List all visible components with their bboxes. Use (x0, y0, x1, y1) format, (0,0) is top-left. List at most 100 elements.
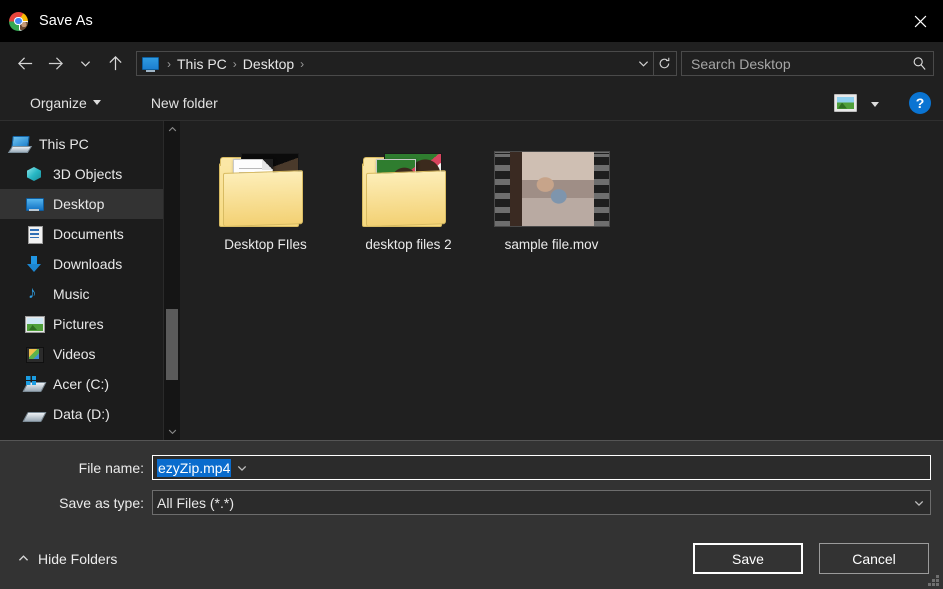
thumbnail (494, 143, 610, 235)
sidebar-item-music[interactable]: Music (0, 279, 180, 309)
dialog-actions: Hide Folders Save Cancel (0, 525, 943, 574)
sidebar-item-label: Documents (53, 226, 124, 242)
hide-folders-label: Hide Folders (38, 551, 117, 567)
new-folder-label: New folder (151, 95, 218, 111)
video-preview (510, 152, 594, 226)
sidebar-item-label: Desktop (53, 196, 104, 212)
scrollbar-thumb[interactable] (166, 309, 178, 380)
folder-icon (362, 151, 456, 227)
sidebar-item-this-pc[interactable]: This PC (0, 129, 180, 159)
file-name-input[interactable]: ezyZip.mp4 (152, 455, 931, 480)
view-layout-icon[interactable] (834, 94, 857, 112)
save-button[interactable]: Save (693, 543, 803, 574)
hide-folders-button[interactable]: Hide Folders (18, 551, 117, 567)
sidebar-item-desktop[interactable]: Desktop (0, 189, 180, 219)
desktop-icon (24, 195, 44, 213)
music-icon (24, 285, 44, 303)
navigation-bar: › This PC › Desktop › (0, 42, 943, 85)
thumbnail (219, 143, 313, 235)
help-button[interactable]: ? (909, 92, 931, 114)
organize-button[interactable]: Organize (22, 92, 109, 114)
file-name-label: sample file.mov (505, 237, 599, 252)
folder-icon (219, 151, 313, 227)
videos-icon (24, 345, 44, 363)
file-item[interactable]: desktop files 2 (337, 139, 480, 267)
save-as-type-label: Save as type: (0, 495, 152, 511)
window-title: Save As (39, 13, 93, 29)
file-item[interactable]: Desktop FIles (194, 139, 337, 267)
toolbar-right: ? (834, 92, 931, 114)
save-as-type-select[interactable]: All Files (*.*) (152, 490, 931, 515)
sidebar-item-label: Videos (53, 346, 96, 362)
forward-arrow-icon[interactable] (40, 49, 70, 79)
file-name-label: Desktop FIles (224, 237, 307, 252)
3d-objects-icon (24, 165, 44, 183)
close-icon[interactable] (897, 0, 943, 42)
sidebar-item-label: 3D Objects (53, 166, 122, 182)
sidebar-item-label: Downloads (53, 256, 122, 272)
sidebar-item-label: This PC (39, 136, 89, 152)
chevron-down-icon[interactable] (908, 498, 930, 508)
breadcrumb-separator: › (227, 57, 243, 71)
file-name-row: File name: ezyZip.mp4 (0, 455, 943, 480)
history-chevron-down-icon[interactable] (70, 49, 100, 79)
film-sprockets-right (594, 152, 609, 226)
search-icon (912, 56, 927, 71)
avatar (19, 21, 28, 31)
scrollbar-track[interactable] (164, 138, 180, 423)
sidebar-item-data-d[interactable]: Data (D:) (0, 399, 180, 429)
sidebar-item-3d-objects[interactable]: 3D Objects (0, 159, 180, 189)
refresh-icon[interactable] (654, 52, 674, 75)
up-arrow-icon[interactable] (100, 49, 130, 79)
caret-down-icon (93, 100, 101, 105)
file-item[interactable]: sample file.mov (480, 139, 623, 267)
action-buttons: Save Cancel (693, 543, 929, 574)
file-list[interactable]: Desktop FIles desktop files 2 (180, 121, 943, 440)
folder-front (366, 170, 446, 227)
chevron-down-icon[interactable] (231, 463, 253, 473)
view-options-button[interactable] (861, 94, 889, 112)
scroll-down-chevron-down-icon[interactable] (164, 423, 181, 440)
breadcrumb[interactable]: › This PC › Desktop › (136, 51, 677, 76)
sidebar-item-videos[interactable]: Videos (0, 339, 180, 369)
breadcrumb-chevron-down-icon[interactable] (633, 52, 653, 75)
sidebar-item-label: Pictures (53, 316, 104, 332)
chrome-icon (9, 12, 28, 31)
sidebar-item-downloads[interactable]: Downloads (0, 249, 180, 279)
bottom-panel: File name: ezyZip.mp4 Save as type: All … (0, 440, 943, 589)
folder-front (223, 170, 303, 227)
breadcrumb-separator: › (161, 57, 177, 71)
file-name-value[interactable]: ezyZip.mp4 (157, 459, 231, 477)
sidebar-item-acer-c[interactable]: Acer (C:) (0, 369, 180, 399)
resize-grip[interactable] (928, 575, 940, 587)
cancel-button[interactable]: Cancel (819, 543, 929, 574)
hard-drive-icon (24, 405, 44, 423)
search-input[interactable]: Search Desktop (681, 51, 934, 76)
caret-down-icon (871, 102, 879, 107)
sidebar-item-pictures[interactable]: Pictures (0, 309, 180, 339)
toolbar: Organize New folder ? (0, 85, 943, 121)
dialog-body: This PC 3D Objects Desktop Documents Dow… (0, 121, 943, 440)
sidebar-scrollbar[interactable] (163, 121, 180, 440)
save-as-type-row: Save as type: All Files (*.*) (0, 490, 943, 515)
navigation-sidebar: This PC 3D Objects Desktop Documents Dow… (0, 121, 180, 440)
hard-drive-icon (24, 375, 44, 393)
documents-icon (24, 225, 44, 243)
breadcrumb-item-desktop[interactable]: Desktop (243, 56, 294, 72)
breadcrumb-item-this-pc[interactable]: This PC (177, 56, 227, 72)
sidebar-item-documents[interactable]: Documents (0, 219, 180, 249)
pictures-icon (24, 315, 44, 333)
this-pc-icon (10, 135, 30, 153)
downloads-icon (24, 255, 44, 273)
scroll-up-chevron-up-icon[interactable] (164, 121, 181, 138)
new-folder-button[interactable]: New folder (143, 92, 226, 114)
breadcrumb-tools (633, 52, 674, 75)
chevron-up-icon (18, 553, 29, 564)
save-as-type-value: All Files (*.*) (157, 495, 908, 511)
file-name-label: File name: (0, 460, 152, 476)
sidebar-item-label: Acer (C:) (53, 376, 109, 392)
search-placeholder: Search Desktop (691, 56, 912, 72)
back-arrow-icon[interactable] (10, 49, 40, 79)
title-bar: Save As (0, 0, 943, 42)
sidebar-item-label: Data (D:) (53, 406, 110, 422)
